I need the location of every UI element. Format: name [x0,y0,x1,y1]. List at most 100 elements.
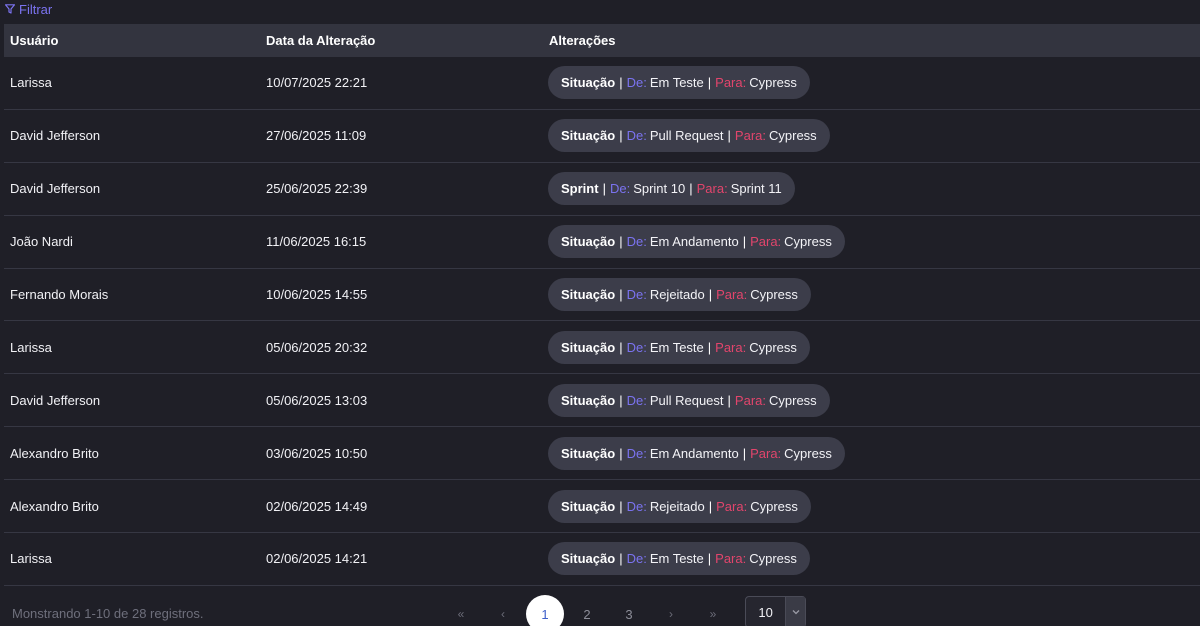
separator: | [707,339,712,355]
cell-changes: Situação | De: Rejeitado | Para: Cypress [543,489,1200,523]
table-row: Larissa 02/06/2025 14:21 Situação | De: Em Te… [4,533,1200,586]
to-value: Cypress [749,339,797,355]
to-value: Cypress [750,287,798,302]
from-label: De: [626,498,647,514]
from-value: Rejeitado [649,498,705,514]
change-field: Situação [561,287,616,302]
to-label: Para: [716,287,748,302]
last-page-button[interactable]: » [692,596,734,626]
column-header-changes[interactable]: Alterações [543,33,1200,48]
cell-date: 10/06/2025 14:55 [266,287,368,302]
change-pill: Situação | De: Pull Request | Para: Cypress [548,119,830,153]
cell-changes: Situação | De: Em Teste | Para: Cypress [543,542,1200,576]
cell-date: 05/06/2025 13:03 [266,392,368,408]
separator: | [619,339,623,355]
table-header: Usuário Data da Alteração Alterações [4,24,1200,57]
from-label: De: [626,128,647,144]
cell-date: 02/06/2025 14:49 [266,498,368,514]
separator: | [619,75,623,91]
from-label: De: [626,551,647,567]
to-value: Cypress [749,551,797,567]
separator: | [619,551,623,567]
from-value: Em Andamento [649,234,739,250]
table-row: Larissa 05/06/2025 20:32 Situação | De: Em Te… [4,321,1200,375]
from-value: Rejeitado [649,287,705,302]
filter-button[interactable]: Filtrar [5,0,52,18]
table-row: David Jefferson 25/06/2025 22:39 Sprint | De… [4,163,1200,216]
next-page-button[interactable]: › [650,596,692,626]
to-label: Para: [715,551,747,567]
page-button-1[interactable]: 1 [526,595,564,626]
from-label: De: [626,392,647,408]
cell-changes: Situação | De: Em Teste | Para: Cypress [543,66,1200,100]
separator: | [619,234,623,250]
separator: | [619,445,623,461]
separator: | [707,551,712,567]
cell-date: 10/07/2025 22:21 [266,75,368,91]
change-field: Sprint [561,181,599,197]
cell-changes: Situação | De: Em Andamento | Para: Cypress [543,436,1200,470]
cell-changes: Situação | De: Rejeitado | Para: Cypress [543,278,1200,311]
cell-user: David Jefferson [10,128,101,144]
table-row: Fernando Morais 10/06/2025 14:55 Situação |… [4,269,1200,322]
from-label: De: [626,287,647,302]
cell-date: 05/06/2025 20:32 [266,339,368,355]
from-value: Em Teste [649,551,704,567]
filter-icon [5,4,15,14]
change-field: Situação [561,392,616,408]
separator: | [727,128,731,144]
cell-changes: Situação | De: Em Teste | Para: Cypress [543,330,1200,364]
separator: | [619,128,623,144]
change-pill: Situação | De: Em Teste | Para: Cypress [548,66,810,100]
separator: | [742,445,747,461]
from-value: Em Teste [649,339,704,355]
change-field: Situação [561,128,616,144]
table-body: Larissa 10/07/2025 22:21 Situação | De: Em Te… [4,57,1200,586]
table-footer: Monstrando 1-10 de 28 registros. « ‹ 1 2… [0,595,1200,626]
from-value: Pull Request [649,392,724,408]
change-pill: Situação | De: Rejeitado | Para: Cypress [548,489,811,523]
change-field: Situação [561,498,616,514]
table-row: Larissa 10/07/2025 22:21 Situação | De: Em Te… [4,57,1200,110]
change-history-table: Usuário Data da Alteração Alterações Lar… [4,24,1200,586]
from-label: De: [609,181,631,197]
chevron-down-icon[interactable] [785,597,805,626]
to-value: Cypress [769,392,817,408]
change-pill: Sprint | De: Sprint 10 | Para: Sprint 11 [548,172,795,206]
page-size-select[interactable]: 10 [745,596,806,626]
column-header-date[interactable]: Data da Alteração [260,33,543,48]
to-value: Cypress [749,75,797,91]
page-size-value: 10 [758,604,773,620]
cell-user: David Jefferson [10,392,101,408]
page-button-2[interactable]: 2 [566,596,608,626]
change-pill: Situação | De: Em Andamento | Para: Cypress [548,225,845,259]
separator: | [619,498,623,514]
change-field: Situação [561,445,616,461]
to-label: Para: [696,181,728,197]
separator: | [727,392,731,408]
table-row: David Jefferson 27/06/2025 11:09 Situação |… [4,110,1200,163]
records-count: Monstrando 1-10 de 28 registros. [12,606,204,621]
cell-user: Larissa [10,551,52,567]
change-field: Situação [561,339,616,355]
first-page-button[interactable]: « [440,596,482,626]
to-value: Cypress [750,498,798,514]
cell-changes: Situação | De: Pull Request | Para: Cypress [543,383,1200,417]
from-label: De: [626,445,647,461]
cell-user: Larissa [10,339,52,355]
to-value: Cypress [784,234,832,250]
from-label: De: [626,234,647,250]
table-row: David Jefferson 05/06/2025 13:03 Situação |… [4,374,1200,428]
separator: | [708,287,713,302]
change-pill: Situação | De: Em Andamento | Para: Cypress [548,436,845,470]
pagination: « ‹ 1 2 3 › » [440,595,734,626]
cell-user: Alexandro Brito [10,445,99,461]
column-header-user[interactable]: Usuário [4,33,260,48]
to-label: Para: [716,498,748,514]
to-label: Para: [734,128,766,144]
table-row: Alexandro Brito 02/06/2025 14:49 Situação |… [4,480,1200,534]
change-pill: Situação | De: Pull Request | Para: Cypress [548,383,830,417]
to-label: Para: [715,339,747,355]
prev-page-button[interactable]: ‹ [482,596,524,626]
page-button-3[interactable]: 3 [608,596,650,626]
